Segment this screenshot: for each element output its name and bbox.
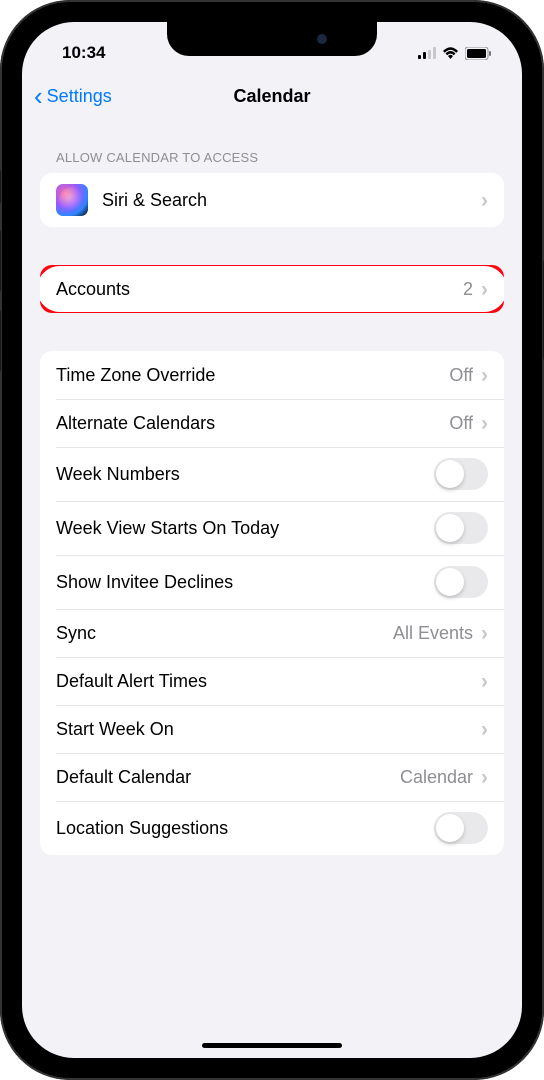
chevron-right-icon: › [481, 767, 488, 788]
back-label: Settings [47, 86, 112, 107]
toggle-week-view-today[interactable] [434, 512, 488, 544]
chevron-right-icon: › [481, 413, 488, 434]
silence-switch [0, 170, 1, 204]
row-timezone-override[interactable]: Time Zone Override Off › [40, 351, 504, 399]
group-accounts: Accounts 2 › [40, 265, 504, 313]
accounts-label: Accounts [56, 279, 463, 300]
navigation-bar: ‹ Settings Calendar [22, 72, 522, 120]
toggle-week-numbers[interactable] [434, 458, 488, 490]
device-notch [167, 22, 377, 56]
chevron-left-icon: ‹ [34, 83, 43, 109]
row-sync[interactable]: Sync All Events › [40, 609, 504, 657]
section-header-access: ALLOW CALENDAR TO ACCESS [40, 120, 504, 173]
home-indicator[interactable] [202, 1043, 342, 1048]
row-alternate-calendars[interactable]: Alternate Calendars Off › [40, 399, 504, 447]
phone-device-frame: 10:34 ‹ Settings [0, 0, 544, 1080]
chevron-right-icon: › [481, 623, 488, 644]
chevron-right-icon: › [481, 719, 488, 740]
row-default-alert-times[interactable]: Default Alert Times › [40, 657, 504, 705]
row-invitee-declines: Show Invitee Declines [40, 555, 504, 609]
group-access: Siri & Search › [40, 173, 504, 227]
row-week-numbers: Week Numbers [40, 447, 504, 501]
chevron-right-icon: › [481, 365, 488, 386]
accounts-count: 2 [463, 279, 473, 300]
row-week-view-today: Week View Starts On Today [40, 501, 504, 555]
screen: 10:34 ‹ Settings [22, 22, 522, 1058]
battery-icon [465, 47, 492, 60]
group-calendar-settings: Time Zone Override Off › Alternate Calen… [40, 351, 504, 855]
cellular-signal-icon [418, 47, 436, 59]
row-start-week-on[interactable]: Start Week On › [40, 705, 504, 753]
row-siri-search[interactable]: Siri & Search › [40, 173, 504, 227]
row-default-calendar[interactable]: Default Calendar Calendar › [40, 753, 504, 801]
row-accounts[interactable]: Accounts 2 › [40, 265, 504, 313]
volume-up-button [0, 230, 1, 292]
page-title: Calendar [233, 86, 310, 107]
row-location-suggestions: Location Suggestions [40, 801, 504, 855]
toggle-invitee-declines[interactable] [434, 566, 488, 598]
wifi-icon [442, 47, 459, 59]
back-button[interactable]: ‹ Settings [34, 83, 112, 109]
toggle-location-suggestions[interactable] [434, 812, 488, 844]
chevron-right-icon: › [481, 279, 488, 300]
chevron-right-icon: › [481, 671, 488, 692]
siri-label: Siri & Search [102, 190, 481, 211]
volume-down-button [0, 310, 1, 372]
siri-icon [56, 184, 88, 216]
chevron-right-icon: › [481, 190, 488, 211]
status-time: 10:34 [62, 43, 105, 63]
